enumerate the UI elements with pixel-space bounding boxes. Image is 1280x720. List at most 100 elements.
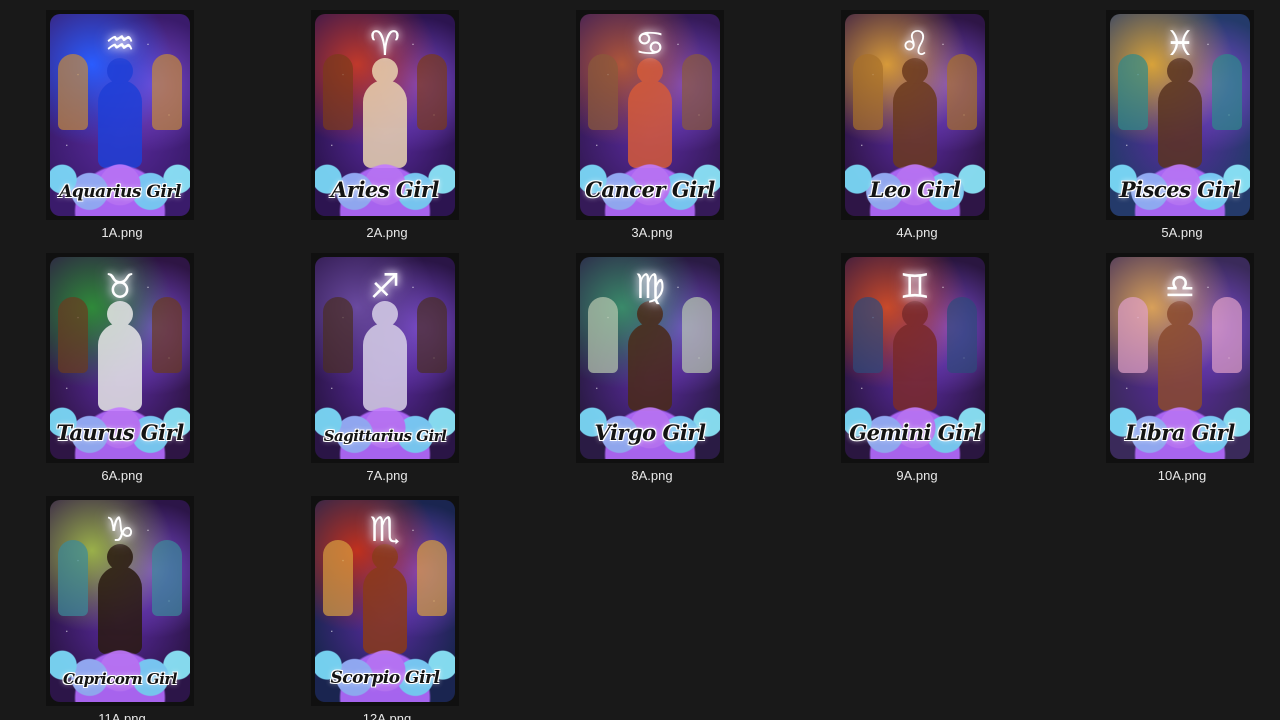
zodiac-artwork-image: ♒ Aquarius Girl <box>50 14 190 216</box>
file-tile[interactable]: ♒ Aquarius Girl 1A.png <box>22 8 222 246</box>
side-figure <box>323 297 353 373</box>
side-figure <box>417 540 447 616</box>
file-thumbnail[interactable]: ♓ Pisces Girl <box>1106 10 1254 220</box>
file-thumbnail[interactable]: ♈ Aries Girl <box>311 10 459 220</box>
flower-border <box>845 377 985 459</box>
file-tile[interactable]: ♊ Gemini Girl 9A.png <box>817 251 1017 489</box>
zodiac-artwork-image: ♌ Leo Girl <box>845 14 985 216</box>
zodiac-symbol-icon: ♋ <box>634 24 666 64</box>
file-thumbnail[interactable]: ♉ Taurus Girl <box>46 253 194 463</box>
file-thumbnail[interactable]: ♊ Gemini Girl <box>841 253 989 463</box>
flower-border <box>1110 377 1250 459</box>
zodiac-symbol-icon: ♈ <box>369 24 401 64</box>
file-tile[interactable]: ♐ Sagittarius Girl 7A.png <box>287 251 487 489</box>
file-name-label[interactable]: 10A.png <box>1082 468 1280 483</box>
file-name-label[interactable]: 11A.png <box>22 711 222 720</box>
file-name-label[interactable]: 12A.png <box>287 711 487 720</box>
artwork-title: Capricorn Girl <box>62 670 178 688</box>
side-figure <box>853 54 883 130</box>
side-figure <box>1118 297 1148 373</box>
zodiac-artwork-image: ♐ Sagittarius Girl <box>315 257 455 459</box>
flower-border <box>580 377 720 459</box>
zodiac-symbol-icon: ♌ <box>899 24 931 64</box>
flower-border <box>580 134 720 216</box>
flower-border <box>315 620 455 702</box>
file-tile[interactable]: ♈ Aries Girl 2A.png <box>287 8 487 246</box>
zodiac-artwork-image: ♍ Virgo Girl <box>580 257 720 459</box>
file-name-label[interactable]: 9A.png <box>817 468 1017 483</box>
file-thumbnail[interactable]: ♌ Leo Girl <box>841 10 989 220</box>
flower-border <box>50 620 190 702</box>
file-tile[interactable]: ♓ Pisces Girl 5A.png <box>1082 8 1280 246</box>
side-figure <box>682 54 712 130</box>
file-tile[interactable]: ♍ Virgo Girl 8A.png <box>552 251 752 489</box>
artwork-title: Libra Girl <box>1125 420 1235 445</box>
file-name-label[interactable]: 7A.png <box>287 468 487 483</box>
side-figure <box>947 54 977 130</box>
zodiac-artwork-image: ♏ Scorpio Girl <box>315 500 455 702</box>
side-figure <box>588 54 618 130</box>
file-thumbnail[interactable]: ♑ Capricorn Girl <box>46 496 194 706</box>
zodiac-artwork-image: ♑ Capricorn Girl <box>50 500 190 702</box>
zodiac-symbol-icon: ♍ <box>634 267 666 307</box>
side-figure <box>323 54 353 130</box>
zodiac-artwork-image: ♊ Gemini Girl <box>845 257 985 459</box>
zodiac-artwork-image: ♎ Libra Girl <box>1110 257 1250 459</box>
file-tile[interactable]: ♑ Capricorn Girl 11A.png <box>22 494 222 720</box>
artwork-title: Sagittarius Girl <box>323 427 447 445</box>
flower-border <box>845 134 985 216</box>
zodiac-symbol-icon: ♓ <box>1164 24 1196 64</box>
zodiac-artwork-image: ♈ Aries Girl <box>315 14 455 216</box>
file-tile[interactable]: ♌ Leo Girl 4A.png <box>817 8 1017 246</box>
side-figure <box>853 297 883 373</box>
file-name-label[interactable]: 1A.png <box>22 225 222 240</box>
side-figure <box>58 297 88 373</box>
file-tile[interactable]: ♏ Scorpio Girl 12A.png <box>287 494 487 720</box>
artwork-title: Aries Girl <box>331 177 439 202</box>
file-tile[interactable]: ♋ Cancer Girl 3A.png <box>552 8 752 246</box>
side-figure <box>152 540 182 616</box>
flower-border <box>315 134 455 216</box>
flower-border <box>315 377 455 459</box>
file-tile[interactable]: ♎ Libra Girl 10A.png <box>1082 251 1280 489</box>
side-figure <box>58 54 88 130</box>
side-figure <box>588 297 618 373</box>
zodiac-symbol-icon: ♊ <box>899 267 931 307</box>
file-name-label[interactable]: 6A.png <box>22 468 222 483</box>
file-thumbnail[interactable]: ♏ Scorpio Girl <box>311 496 459 706</box>
side-figure <box>417 54 447 130</box>
side-figure <box>58 540 88 616</box>
side-figure <box>152 54 182 130</box>
artwork-title: Aquarius Girl <box>59 182 181 202</box>
file-thumbnail[interactable]: ♒ Aquarius Girl <box>46 10 194 220</box>
side-figure <box>1212 297 1242 373</box>
flower-border <box>1110 134 1250 216</box>
file-thumbnail[interactable]: ♋ Cancer Girl <box>576 10 724 220</box>
artwork-title: Virgo Girl <box>594 420 706 445</box>
zodiac-artwork-image: ♓ Pisces Girl <box>1110 14 1250 216</box>
artwork-title: Taurus Girl <box>56 420 184 445</box>
file-thumbnail[interactable]: ♐ Sagittarius Girl <box>311 253 459 463</box>
flower-border <box>50 134 190 216</box>
zodiac-symbol-icon: ♎ <box>1164 267 1196 307</box>
file-tile[interactable]: ♉ Taurus Girl 6A.png <box>22 251 222 489</box>
side-figure <box>417 297 447 373</box>
artwork-title: Pisces Girl <box>1119 177 1241 202</box>
file-explorer-view: ♒ Aquarius Girl 1A.png ♈ Aries Girl 2A.png ♋ Ca… <box>0 0 1280 720</box>
zodiac-symbol-icon: ♉ <box>104 267 136 307</box>
zodiac-symbol-icon: ♑ <box>104 510 136 550</box>
file-thumbnail[interactable]: ♎ Libra Girl <box>1106 253 1254 463</box>
zodiac-symbol-icon: ♐ <box>369 267 401 307</box>
file-name-label[interactable]: 4A.png <box>817 225 1017 240</box>
file-thumbnail[interactable]: ♍ Virgo Girl <box>576 253 724 463</box>
file-name-label[interactable]: 3A.png <box>552 225 752 240</box>
artwork-title: Gemini Girl <box>849 420 981 445</box>
zodiac-symbol-icon: ♒ <box>104 24 136 64</box>
file-name-label[interactable]: 2A.png <box>287 225 487 240</box>
file-name-label[interactable]: 8A.png <box>552 468 752 483</box>
zodiac-artwork-image: ♋ Cancer Girl <box>580 14 720 216</box>
zodiac-artwork-image: ♉ Taurus Girl <box>50 257 190 459</box>
file-name-label[interactable]: 5A.png <box>1082 225 1280 240</box>
side-figure <box>682 297 712 373</box>
side-figure <box>947 297 977 373</box>
